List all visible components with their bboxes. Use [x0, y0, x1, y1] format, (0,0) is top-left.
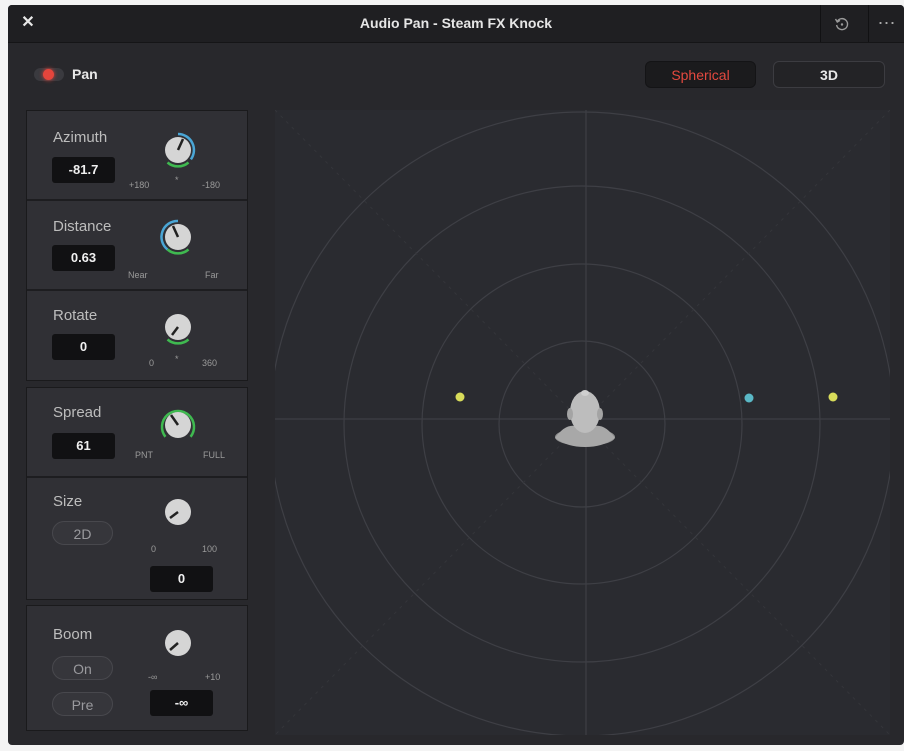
position-controls-panel: Azimuth -81.7 +180 * -180 Distance 0.63 …	[26, 110, 248, 381]
rotate-knob[interactable]	[154, 303, 202, 351]
boom-min-label: -∞	[148, 672, 158, 682]
spread-max-label: FULL	[203, 450, 226, 460]
speaker-right-dot[interactable]	[826, 390, 840, 404]
spread-section: Spread 61 PNT FULL	[27, 388, 247, 476]
rotate-label: Rotate	[53, 307, 98, 324]
rotate-max-label: 360	[202, 358, 218, 368]
azimuth-center-label: *	[175, 175, 179, 185]
boom-knob[interactable]	[154, 619, 202, 667]
window-title: Audio Pan - Steam FX Knock	[359, 15, 553, 31]
title-divider	[868, 5, 869, 42]
azimuth-value-field[interactable]: -81.7	[52, 157, 115, 183]
boom-max-label: +10	[205, 672, 221, 682]
size-min-label: 0	[151, 544, 157, 554]
distance-max-label: Far	[205, 270, 219, 280]
rotate-section: Rotate 0 0 * 360	[27, 291, 247, 380]
distance-value-field[interactable]: 0.63	[52, 245, 115, 271]
azimuth-min-label: +180	[129, 180, 150, 190]
boom-controls-panel: Boom On Pre -∞ +10 -∞	[26, 605, 248, 731]
distance-knob[interactable]	[154, 213, 202, 261]
close-icon[interactable]: ✕	[18, 13, 38, 33]
source-position-dot[interactable]	[742, 391, 756, 405]
pan-label: Pan	[72, 66, 98, 82]
size-value-field[interactable]: 0	[150, 566, 213, 592]
audio-pan-window: ✕ Audio Pan - Steam FX Knock ⋯ Pan Spher…	[8, 5, 904, 745]
boom-on-button[interactable]: On	[52, 656, 113, 680]
size-max-label: 100	[202, 544, 218, 554]
spread-controls-panel: Spread 61 PNT FULL Size 2D 0 100 0	[26, 387, 248, 600]
boom-pre-button[interactable]: Pre	[52, 692, 113, 716]
reset-icon[interactable]	[822, 5, 862, 42]
listener-head-icon	[555, 390, 615, 447]
azimuth-knob[interactable]	[154, 126, 202, 174]
distance-min-label: Near	[128, 270, 148, 280]
rotate-min-label: 0	[149, 358, 155, 368]
azimuth-section: Azimuth -81.7 +180 * -180	[27, 111, 247, 199]
rotate-center-label: *	[175, 354, 179, 364]
speaker-left-dot[interactable]	[453, 390, 467, 404]
3d-mode-button[interactable]: 3D	[773, 61, 885, 88]
size-knob[interactable]	[154, 488, 202, 536]
spread-knob[interactable]	[154, 401, 202, 449]
more-options-icon[interactable]: ⋯	[870, 5, 904, 42]
title-bar: ✕ Audio Pan - Steam FX Knock ⋯	[8, 5, 904, 43]
spherical-mode-button[interactable]: Spherical	[645, 61, 756, 88]
rotate-value-field[interactable]: 0	[52, 334, 115, 360]
azimuth-max-label: -180	[202, 180, 221, 190]
pan-stage[interactable]	[275, 110, 890, 735]
spread-value-field[interactable]: 61	[52, 433, 115, 459]
pan-toggle[interactable]	[34, 68, 64, 81]
azimuth-label: Azimuth	[53, 129, 108, 146]
title-divider	[820, 5, 821, 42]
distance-label: Distance	[53, 218, 112, 235]
spread-min-label: PNT	[135, 450, 153, 460]
size-2d-button[interactable]: 2D	[52, 521, 113, 545]
pan-indicator-icon	[43, 69, 54, 80]
boom-value-field[interactable]: -∞	[150, 690, 213, 716]
distance-section: Distance 0.63 Near Far	[27, 201, 247, 289]
spread-label: Spread	[53, 404, 102, 421]
size-label: Size	[53, 493, 83, 510]
size-section: Size 2D 0 100 0	[27, 478, 247, 599]
boom-label: Boom	[53, 626, 93, 643]
